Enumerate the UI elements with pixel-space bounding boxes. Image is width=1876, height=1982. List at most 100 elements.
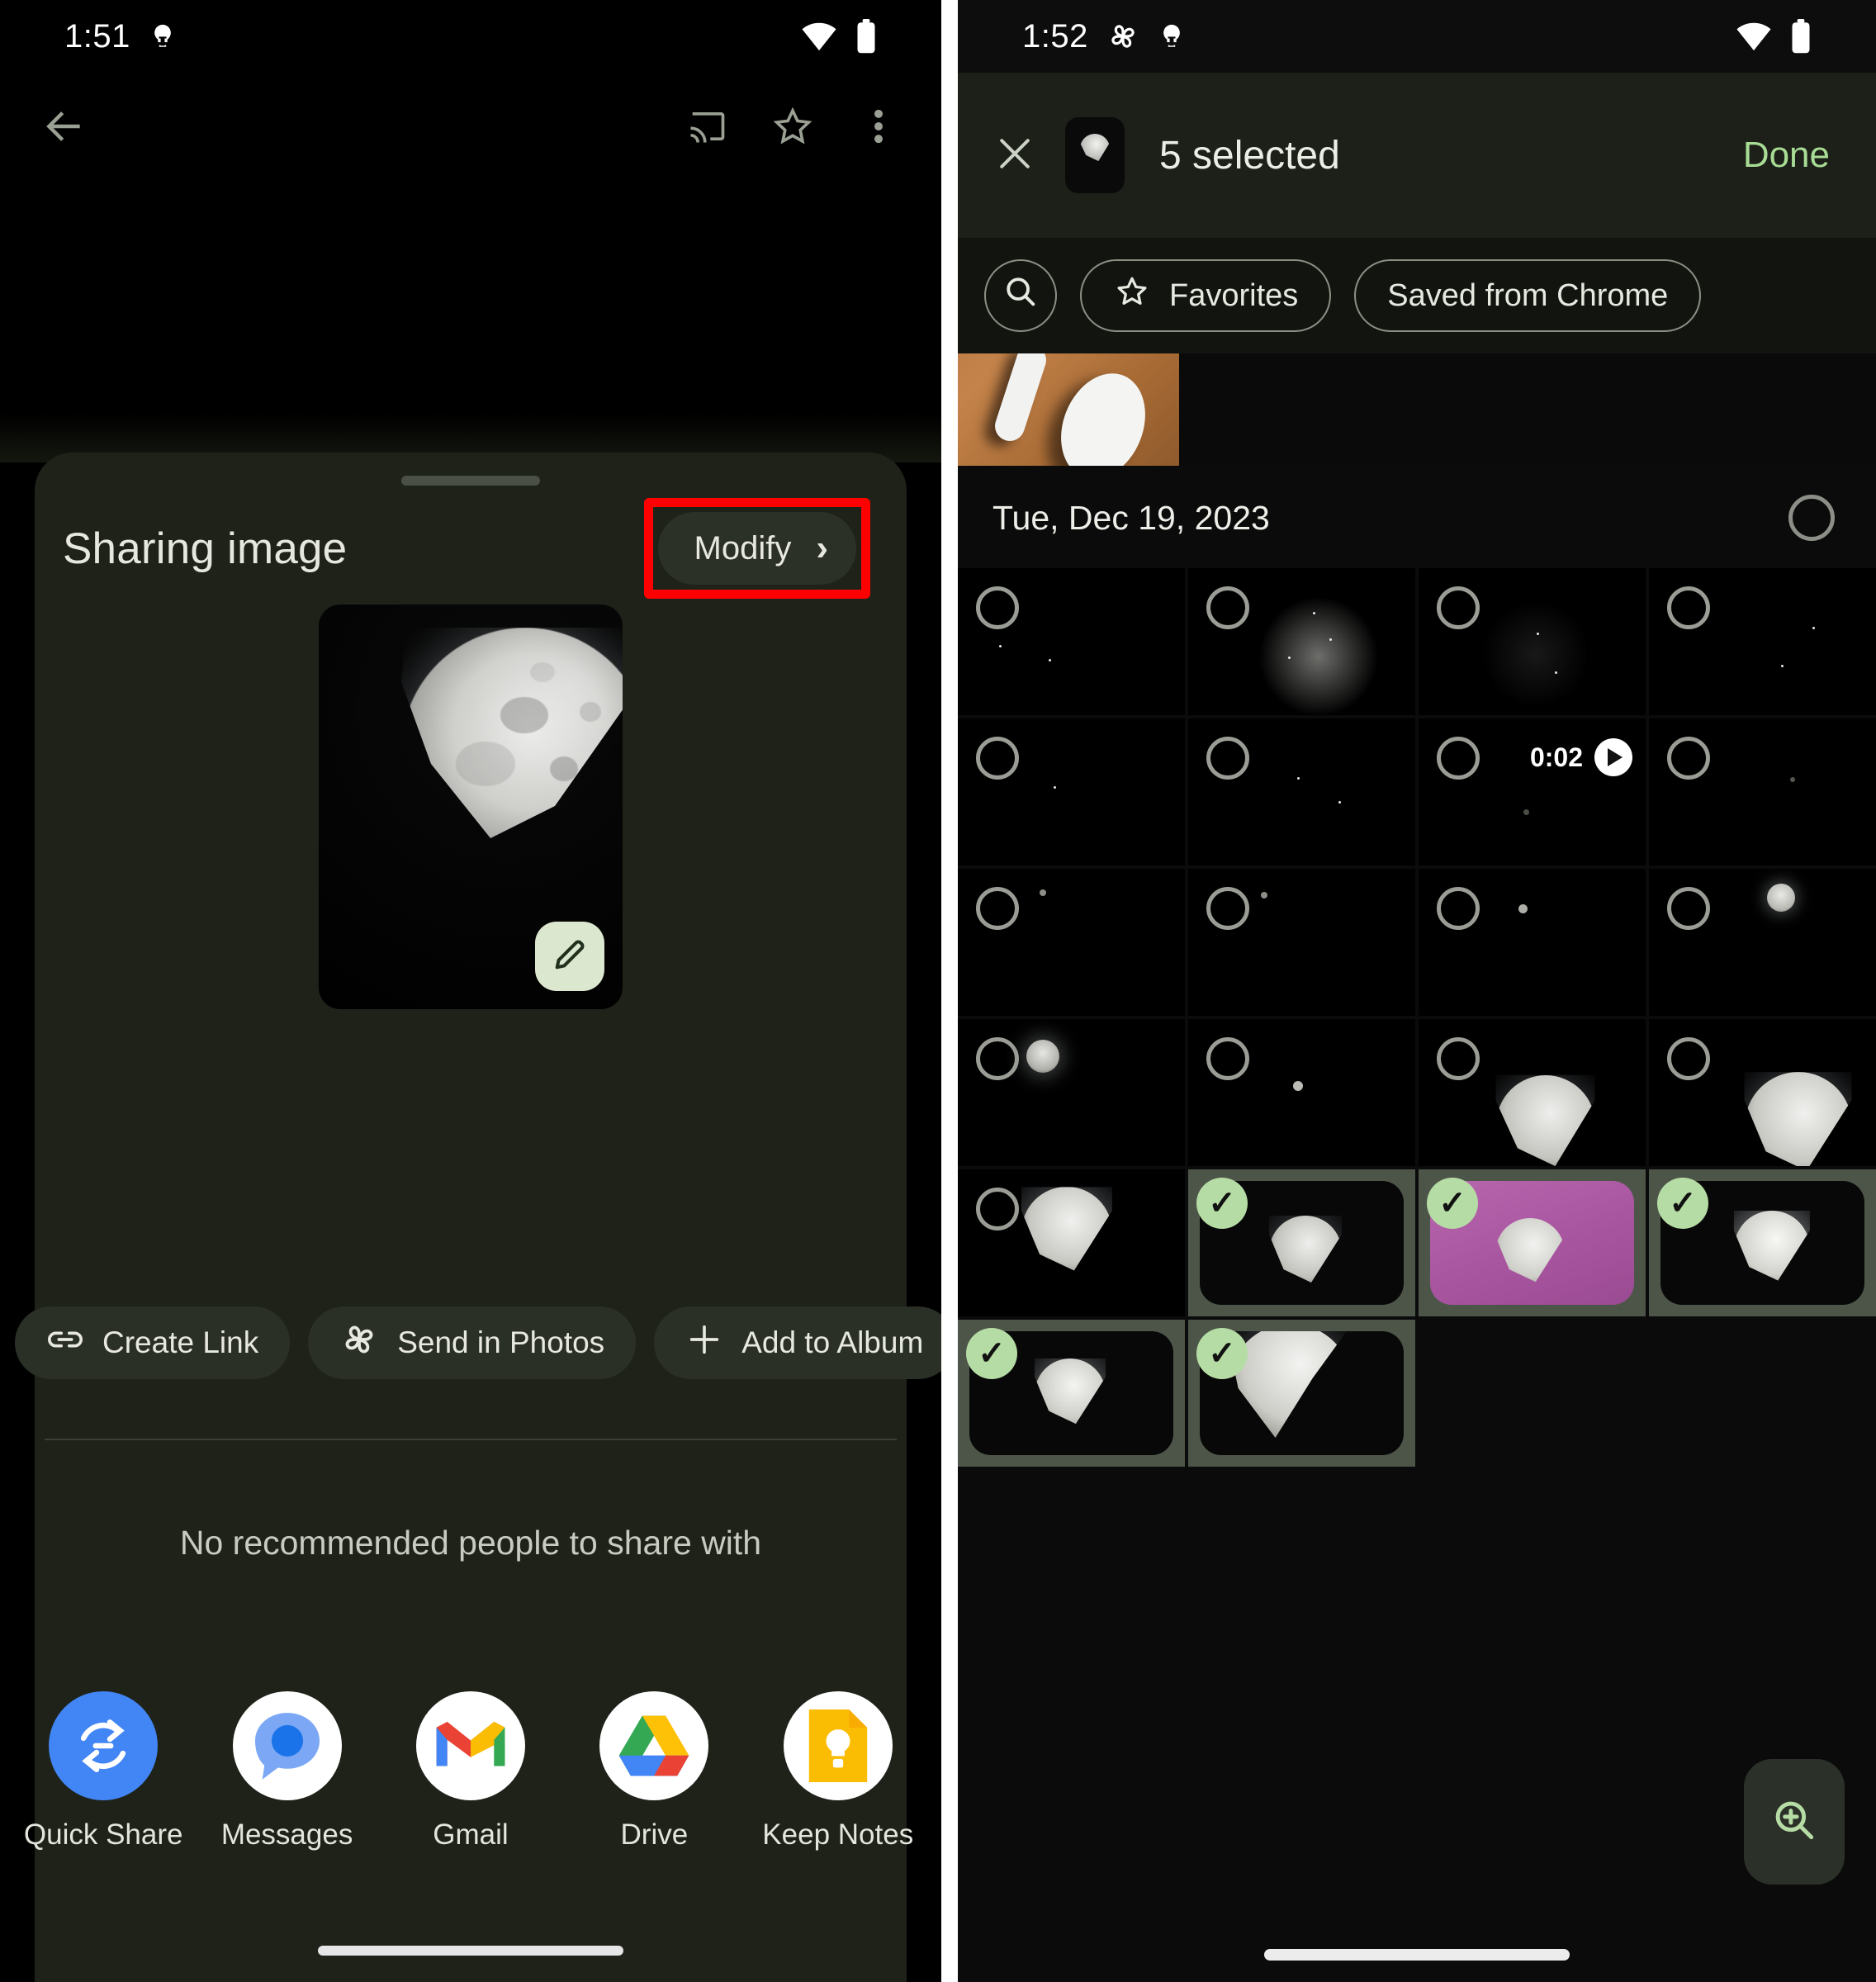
wood-table-photo[interactable] [958,353,1179,466]
sheet-divider [45,1439,897,1440]
date-label: Tue, Dec 19, 2023 [992,498,1270,537]
grid-cell-selected[interactable]: ✓ [1419,1169,1646,1316]
selection-app-bar: 5 selected Done [958,73,1876,238]
checkbox-circle[interactable] [1437,737,1480,780]
checkbox-circle[interactable] [1667,1037,1710,1080]
saved-from-chrome-chip-label: Saved from Chrome [1387,277,1669,313]
shared-image-preview-wrap [0,605,941,1009]
grid-cell[interactable] [1419,1019,1646,1166]
top-app-bar [0,73,941,180]
grid-cell-empty [1649,1320,1876,1467]
chevron-right-icon: › [816,528,828,568]
share-target-label: Keep Notes [762,1818,914,1851]
checkbox-circle[interactable] [1667,887,1710,930]
share-target-gmail[interactable]: Gmail [392,1691,549,1852]
grid-cell[interactable] [1188,869,1415,1016]
selection-thumbnail[interactable] [1065,117,1125,193]
add-to-album-chip[interactable]: Add to Album [654,1306,941,1379]
send-in-photos-chip[interactable]: Send in Photos [308,1306,637,1379]
share-target-keep-notes[interactable]: Keep Notes [760,1691,917,1852]
favorites-chip[interactable]: Favorites [1080,259,1332,332]
grid-cell[interactable] [1188,1019,1415,1166]
checkbox-circle[interactable] [1667,737,1710,780]
grid-cell-selected[interactable]: ✓ [958,1320,1185,1467]
grid-cell[interactable] [958,718,1185,865]
grid-cell[interactable] [1649,718,1876,865]
grid-cell[interactable] [1649,869,1876,1016]
back-button[interactable] [25,87,104,166]
status-bar-right: 1:52 [958,0,1876,73]
create-link-chip-label: Create Link [102,1325,259,1359]
shared-image-preview[interactable] [319,605,623,1009]
grid-cell[interactable] [958,1169,1185,1316]
checkbox-checked[interactable]: ✓ [1196,1178,1248,1229]
checkbox-circle[interactable] [976,737,1019,780]
sheet-drag-handle[interactable] [401,476,540,486]
grid-cell[interactable] [1649,1019,1876,1166]
checkbox-checked[interactable]: ✓ [1657,1178,1708,1229]
grid-cell[interactable] [958,1019,1185,1166]
checkbox-circle[interactable] [1437,1037,1480,1080]
wifi-icon [1736,21,1772,51]
messages-icon [232,1691,342,1800]
photos-pinwheel-icon [339,1320,379,1367]
checkbox-circle[interactable] [1206,887,1249,930]
play-icon [1594,738,1632,776]
share-target-label: Quick Share [23,1818,183,1851]
grid-cell-video[interactable]: 0:02 [1419,718,1646,865]
drive-icon [599,1691,709,1800]
checkbox-circle[interactable] [1437,586,1480,629]
grid-cell[interactable] [1649,568,1876,715]
share-target-quick-share[interactable]: Quick Share [23,1691,183,1852]
select-all-date-checkbox[interactable] [1788,495,1835,541]
checkbox-circle[interactable] [976,1188,1019,1230]
done-button[interactable]: Done [1743,135,1876,176]
grid-cell[interactable] [1188,718,1415,865]
modify-button[interactable]: Modify › [657,512,856,585]
edit-button[interactable] [535,922,604,991]
checkbox-circle[interactable] [1206,586,1249,629]
grid-cell[interactable] [1188,568,1415,715]
grid-cell-selected[interactable]: ✓ [1188,1169,1415,1316]
checkbox-circle[interactable] [976,586,1019,629]
grid-cell-selected[interactable]: ✓ [1188,1320,1415,1467]
grid-cell[interactable] [958,568,1185,715]
grid-cell-selected[interactable]: ✓ [1649,1169,1876,1316]
saved-from-chrome-chip[interactable]: Saved from Chrome [1354,259,1702,332]
send-in-photos-chip-label: Send in Photos [397,1325,605,1359]
cast-button[interactable] [667,87,746,166]
checkbox-checked[interactable]: ✓ [1196,1328,1248,1379]
navigation-pill[interactable] [1264,1949,1570,1961]
checkbox-circle[interactable] [976,1037,1019,1080]
checkbox-circle[interactable] [1206,1037,1249,1080]
search-chip[interactable] [984,259,1057,332]
grid-cell[interactable] [1419,869,1646,1016]
navigation-pill[interactable] [318,1946,623,1956]
checkbox-circle[interactable] [1437,887,1480,930]
checkbox-checked[interactable]: ✓ [1427,1178,1478,1229]
create-link-chip[interactable]: Create Link [15,1306,291,1379]
photos-pinwheel-icon [1106,20,1139,53]
screen-separator [941,0,958,1982]
checkbox-checked[interactable]: ✓ [966,1328,1017,1379]
share-target-drive[interactable]: Drive [576,1691,732,1852]
checkbox-circle[interactable] [1206,737,1249,780]
share-target-messages[interactable]: Messages [209,1691,366,1852]
favorites-chip-label: Favorites [1169,277,1299,313]
grid-cell-empty [1419,1320,1646,1467]
checkbox-circle[interactable] [976,887,1019,930]
page-title: Sharing image [63,524,348,573]
zoom-in-button[interactable] [1744,1759,1845,1885]
checkbox-circle[interactable] [1667,586,1710,629]
star-outline-icon [1113,273,1151,319]
previous-row-peek [958,353,1876,466]
link-icon [46,1321,84,1366]
favorite-star-button[interactable] [753,87,832,166]
more-vert-button[interactable] [839,87,918,166]
grid-cell[interactable] [958,869,1185,1016]
quick-share-icon [49,1691,159,1800]
grid-cell[interactable] [1419,568,1646,715]
status-bar-time: 1:52 [1022,17,1088,55]
selection-count-title: 5 selected [1159,133,1340,178]
close-button[interactable] [958,131,1065,180]
